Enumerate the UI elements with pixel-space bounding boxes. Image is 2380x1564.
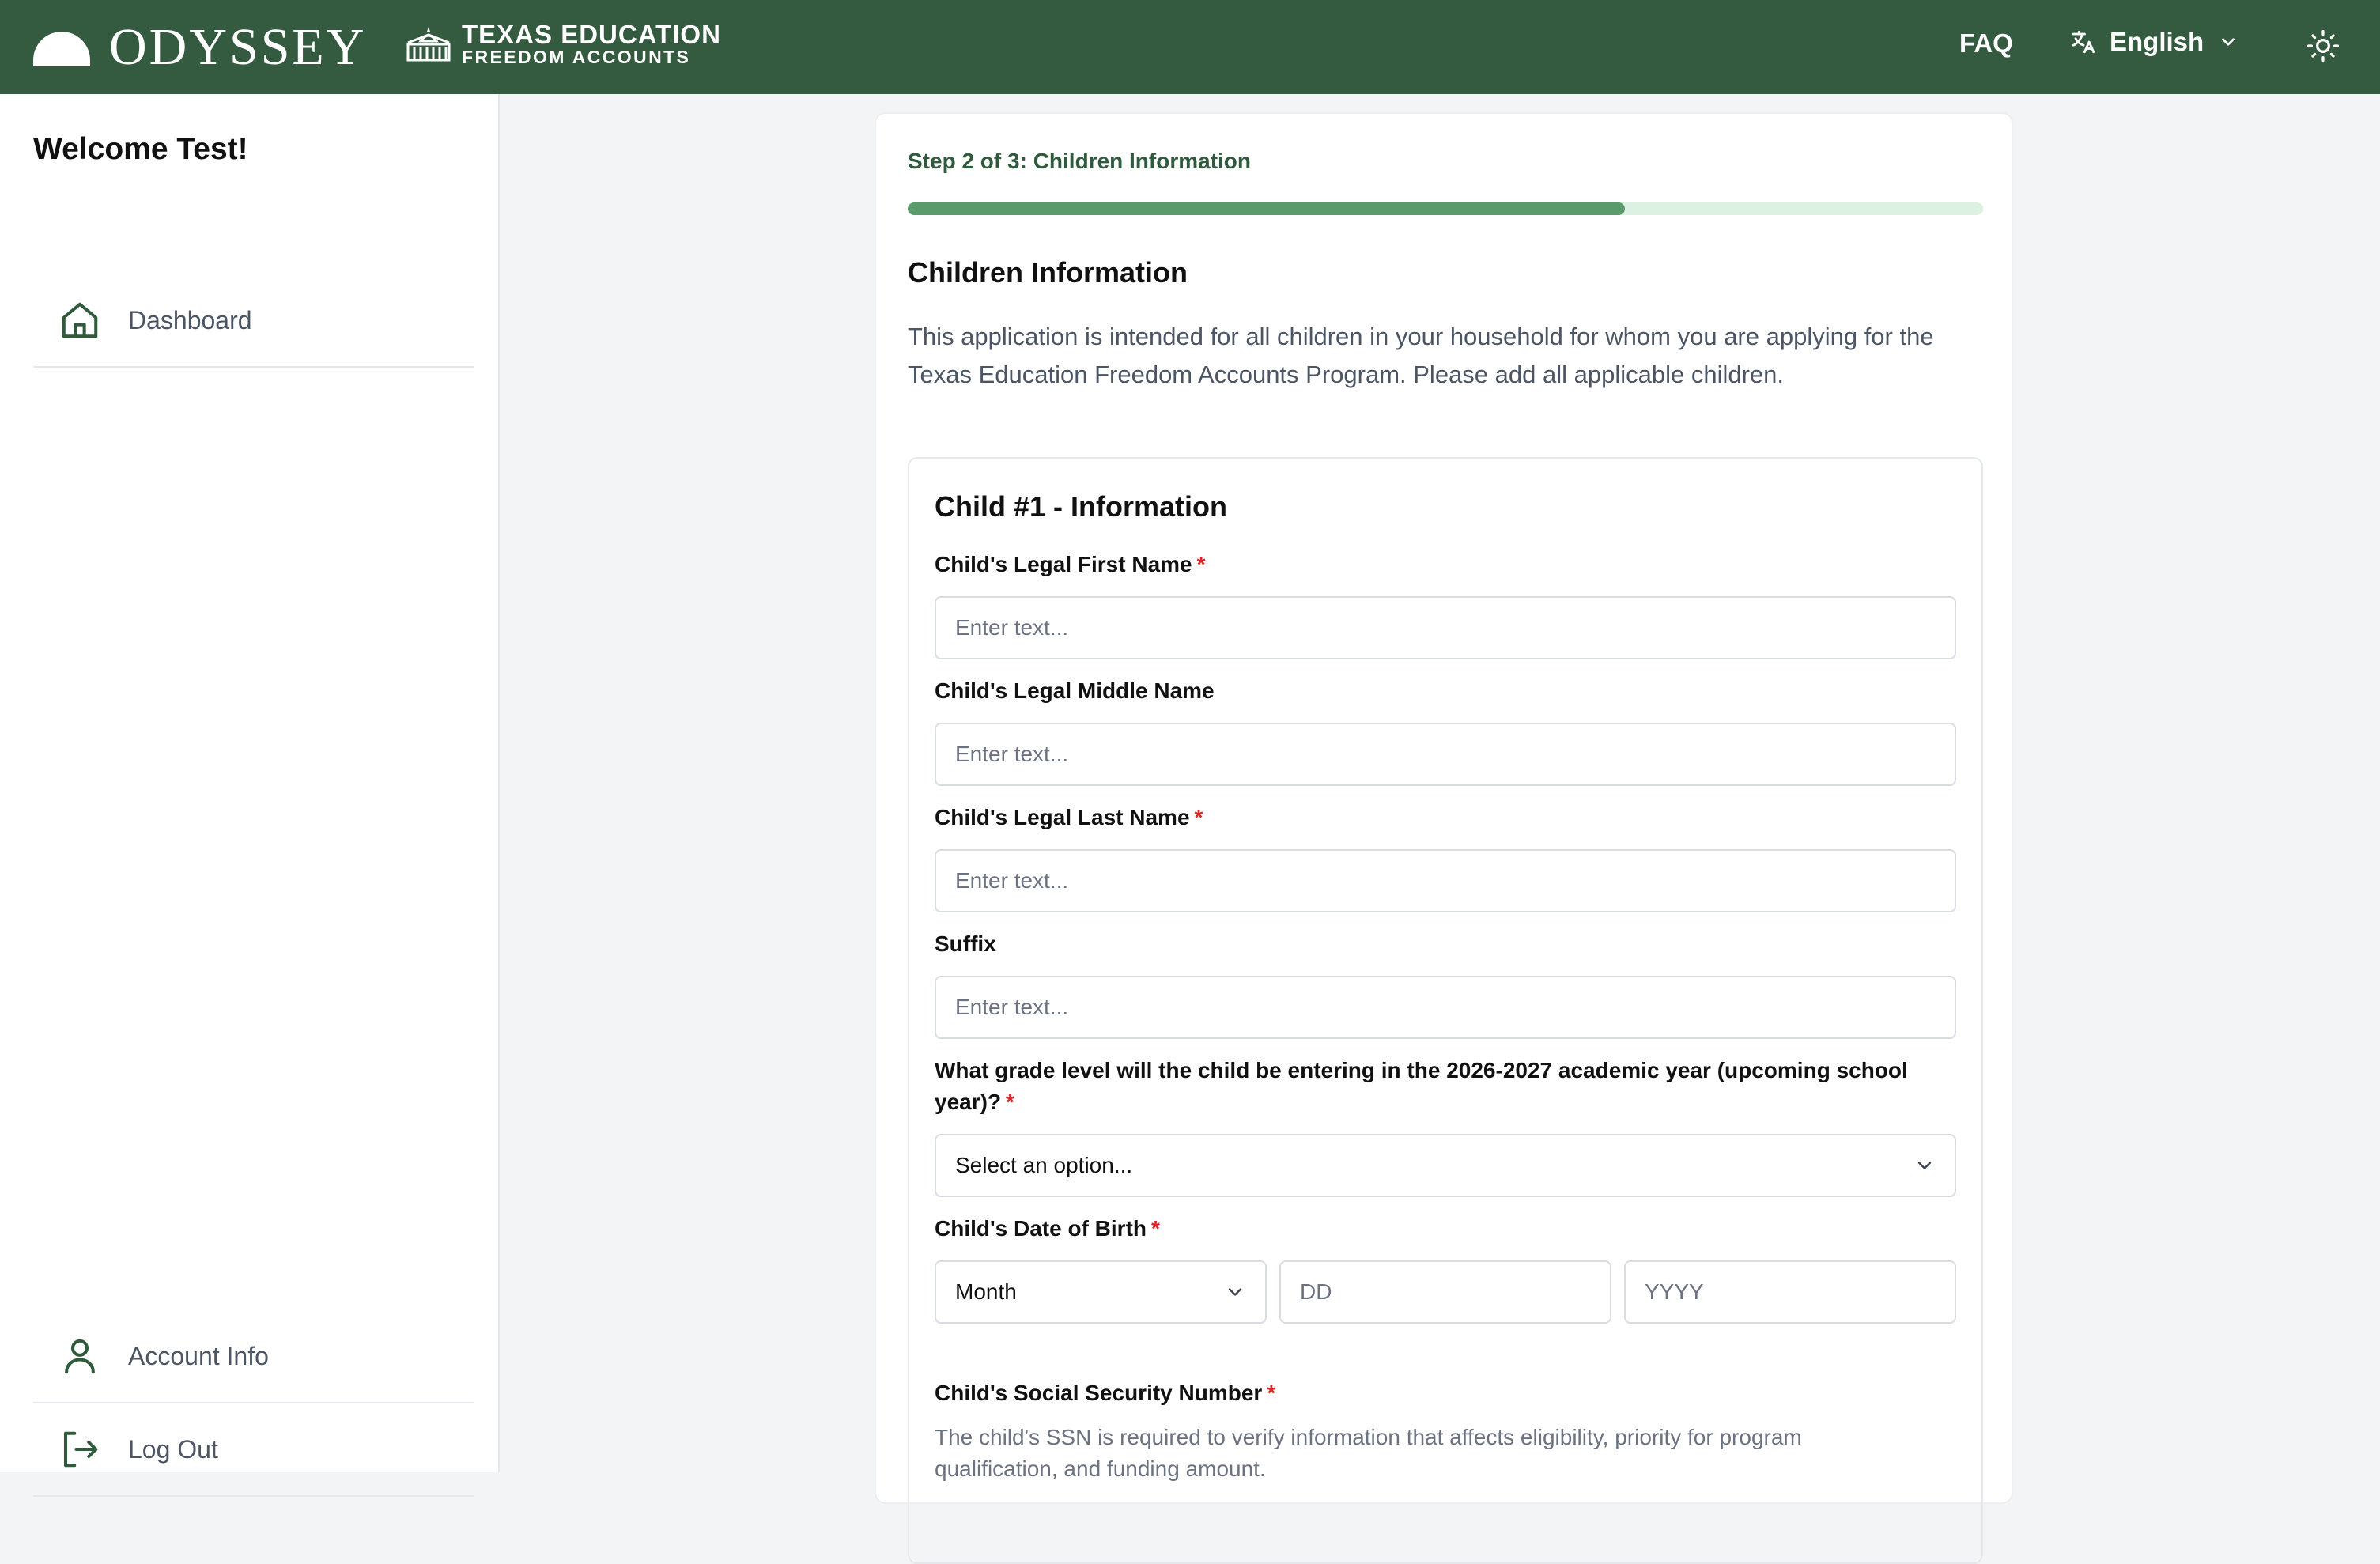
brand-name: ODYSSEY bbox=[109, 18, 367, 76]
required-marker: * bbox=[1194, 805, 1203, 829]
last-name-label-text: Child's Legal Last Name bbox=[935, 805, 1190, 829]
user-icon bbox=[65, 1339, 95, 1374]
section-description: This application is intended for all chi… bbox=[908, 323, 1934, 388]
required-marker: * bbox=[1267, 1381, 1276, 1405]
logout-icon bbox=[63, 1431, 98, 1468]
suffix-label: Suffix bbox=[935, 928, 1963, 960]
dob-label-text: Child's Date of Birth bbox=[935, 1216, 1147, 1241]
first-name-label: Child's Legal First Name * bbox=[935, 549, 1963, 580]
sidebar: Welcome Test! Dashboard Account Info Log… bbox=[0, 94, 500, 1497]
suffix-input[interactable] bbox=[935, 976, 1956, 1039]
first-name-label-text: Child's Legal First Name bbox=[935, 552, 1192, 576]
sidebar-item-label: Dashboard bbox=[128, 305, 252, 334]
chevron-down-icon bbox=[1228, 1288, 1242, 1296]
required-marker: * bbox=[1006, 1090, 1014, 1114]
last-name-label: Child's Legal Last Name * bbox=[935, 802, 1963, 833]
application-card: Step 2 of 3: Children Information Childr… bbox=[875, 112, 2013, 1564]
sidebar-item-logout[interactable]: Log Out bbox=[33, 1403, 474, 1497]
grade-select-value: Select an option... bbox=[955, 1153, 1133, 1177]
ssn-label: Child's Social Security Number * bbox=[935, 1377, 1963, 1409]
odyssey-arch-icon bbox=[33, 32, 90, 66]
middle-name-input[interactable] bbox=[935, 723, 1956, 786]
grade-select[interactable]: Select an option... bbox=[935, 1134, 1956, 1197]
home-icon bbox=[62, 302, 98, 338]
child-form-panel: Child #1 - Information Child's Legal Fir… bbox=[908, 457, 1983, 1564]
middle-name-label: Child's Legal Middle Name bbox=[935, 675, 1963, 707]
middle-name-label-text: Child's Legal Middle Name bbox=[935, 678, 1215, 703]
sidebar-item-label: Log Out bbox=[128, 1434, 218, 1464]
dob-day-input[interactable] bbox=[1279, 1260, 1611, 1324]
progress-bar bbox=[908, 202, 1983, 215]
welcome-heading: Welcome Test! bbox=[33, 132, 248, 166]
tefa-logo[interactable]: TEXAS EDUCATION FREEDOM ACCOUNTS bbox=[405, 20, 721, 67]
dob-month-select[interactable]: Month bbox=[935, 1260, 1267, 1324]
top-header: ODYSSEY TEXAS EDUCATION FREEDOM ACCOUNTS… bbox=[0, 0, 2380, 94]
grade-label: What grade level will the child be enter… bbox=[935, 1055, 1963, 1118]
chevron-down-icon bbox=[1917, 1162, 1932, 1169]
required-marker: * bbox=[1196, 552, 1206, 576]
progress-fill bbox=[908, 202, 1626, 215]
dob-month-value: Month bbox=[955, 1279, 1017, 1304]
capitol-logo-icon bbox=[406, 27, 451, 62]
language-label: English bbox=[2110, 27, 2204, 56]
last-name-input[interactable] bbox=[935, 849, 1956, 912]
section-title: Children Information bbox=[908, 256, 1188, 289]
grade-label-text: What grade level will the child be enter… bbox=[935, 1058, 1908, 1114]
chevron-down-icon bbox=[2222, 38, 2235, 46]
ssn-label-text: Child's Social Security Number bbox=[935, 1381, 1263, 1405]
odyssey-logo[interactable]: ODYSSEY bbox=[33, 18, 367, 76]
faq-link[interactable]: FAQ bbox=[1959, 28, 2013, 59]
sidebar-item-account-info[interactable]: Account Info bbox=[33, 1310, 474, 1403]
child-title: Child #1 - Information bbox=[935, 490, 1228, 523]
sidebar-item-dashboard[interactable]: Dashboard bbox=[33, 274, 474, 368]
ssn-helper-text: The child's SSN is required to verify in… bbox=[935, 1425, 1802, 1481]
suffix-label-text: Suffix bbox=[935, 931, 996, 956]
first-name-input[interactable] bbox=[935, 596, 1956, 659]
translate-icon bbox=[2072, 30, 2095, 54]
sidebar-item-label: Account Info bbox=[128, 1341, 269, 1370]
program-name-line1: TEXAS EDUCATION bbox=[462, 20, 721, 49]
program-name-line2: FREEDOM ACCOUNTS bbox=[462, 47, 691, 67]
dob-label: Child's Date of Birth * bbox=[935, 1213, 1963, 1245]
sun-icon[interactable] bbox=[2306, 28, 2340, 63]
required-marker: * bbox=[1151, 1216, 1160, 1241]
language-selector[interactable]: English bbox=[2070, 27, 2238, 57]
dob-year-input[interactable] bbox=[1624, 1260, 1956, 1324]
step-indicator: Step 2 of 3: Children Information bbox=[908, 149, 1252, 173]
